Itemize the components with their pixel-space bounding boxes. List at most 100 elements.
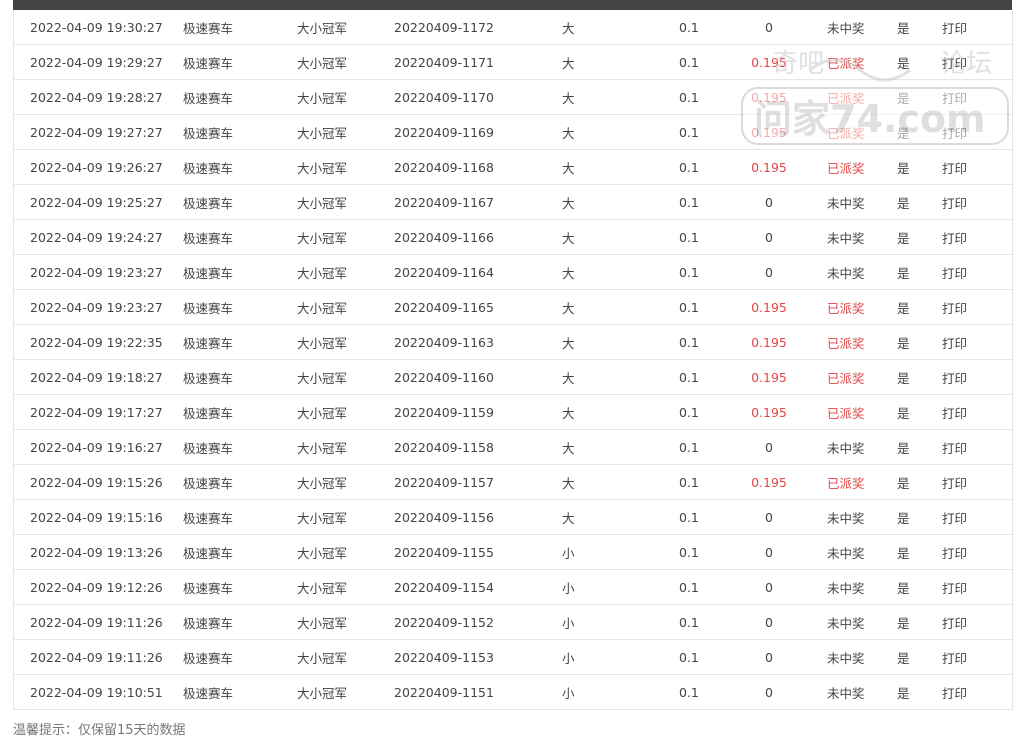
print-link[interactable]: 打印: [942, 569, 1012, 605]
cell-status-text: 已派奖: [827, 370, 865, 386]
print-link-text[interactable]: 打印: [942, 301, 967, 316]
cell-amount: 0.1: [639, 499, 737, 535]
print-link[interactable]: 打印: [942, 534, 1012, 570]
cell-time-text: 2022-04-09 19:30:27: [30, 19, 163, 35]
cell-pick-text: 大: [562, 195, 575, 211]
cell-win-amount-text: 0.195: [751, 369, 787, 385]
cell-time: 2022-04-09 19:12:26: [14, 569, 179, 605]
cell-pick: 小: [534, 639, 639, 675]
cell-pick-text: 大: [562, 510, 575, 526]
print-link-text[interactable]: 打印: [942, 56, 967, 71]
cell-issue-number: 20220409-1157: [384, 464, 534, 500]
cell-flag-text: 是: [897, 685, 910, 701]
cell-amount-text: 0.1: [679, 509, 699, 525]
print-link[interactable]: 打印: [942, 394, 1012, 430]
cell-win-amount: 0: [737, 534, 827, 570]
print-link[interactable]: 打印: [942, 429, 1012, 465]
print-link-text[interactable]: 打印: [942, 196, 967, 211]
print-link[interactable]: 打印: [942, 359, 1012, 395]
cell-play-type: 大小冠军: [289, 149, 384, 185]
print-link-text[interactable]: 打印: [942, 651, 967, 666]
table-row: 2022-04-09 19:30:27 极速赛车 大小冠军 20220409-1172…: [14, 10, 1012, 45]
cell-time-text: 2022-04-09 19:26:27: [30, 159, 163, 175]
cell-status: 已派奖: [827, 464, 897, 500]
cell-status: 未中奖: [827, 674, 897, 710]
table-header-bar: [13, 0, 1012, 10]
cell-game: 极速赛车: [179, 324, 289, 360]
print-link-text[interactable]: 打印: [942, 231, 967, 246]
cell-issue-number: 20220409-1167: [384, 184, 534, 220]
print-link-text[interactable]: 打印: [942, 546, 967, 561]
cell-play-type-text: 大小冠军: [297, 335, 348, 351]
cell-win-amount-text: 0: [765, 194, 773, 210]
print-link[interactable]: 打印: [942, 114, 1012, 150]
cell-time-text: 2022-04-09 19:10:51: [30, 684, 163, 700]
print-link-text[interactable]: 打印: [942, 441, 967, 456]
cell-flag: 是: [897, 569, 942, 605]
print-link-text[interactable]: 打印: [942, 371, 967, 386]
print-link[interactable]: 打印: [942, 289, 1012, 325]
cell-pick-text: 大: [562, 335, 575, 351]
table-row: 2022-04-09 19:15:26 极速赛车 大小冠军 20220409-1157…: [14, 464, 1012, 500]
print-link[interactable]: 打印: [942, 464, 1012, 500]
cell-issue-number: 20220409-1151: [384, 674, 534, 710]
cell-issue-number-text: 20220409-1158: [394, 439, 494, 455]
cell-flag: 是: [897, 464, 942, 500]
cell-win-amount: 0: [737, 569, 827, 605]
cell-game: 极速赛车: [179, 289, 289, 325]
cell-status: 已派奖: [827, 394, 897, 430]
table-row: 2022-04-09 19:18:27 极速赛车 大小冠军 20220409-1160…: [14, 359, 1012, 395]
cell-pick-text: 大: [562, 90, 575, 106]
cell-amount: 0.1: [639, 289, 737, 325]
cell-pick: 大: [534, 499, 639, 535]
cell-game: 极速赛车: [179, 10, 289, 45]
print-link[interactable]: 打印: [942, 499, 1012, 535]
print-link-text[interactable]: 打印: [942, 336, 967, 351]
cell-amount: 0.1: [639, 639, 737, 675]
cell-flag-text: 是: [897, 405, 910, 421]
cell-status-text: 已派奖: [827, 475, 865, 491]
print-link[interactable]: 打印: [942, 324, 1012, 360]
cell-amount-text: 0.1: [679, 649, 699, 665]
print-link-text[interactable]: 打印: [942, 476, 967, 491]
print-link[interactable]: 打印: [942, 79, 1012, 115]
print-link-text[interactable]: 打印: [942, 21, 967, 36]
print-link[interactable]: 打印: [942, 10, 1012, 45]
cell-time: 2022-04-09 19:11:26: [14, 604, 179, 640]
print-link-text[interactable]: 打印: [942, 406, 967, 421]
print-link[interactable]: 打印: [942, 674, 1012, 710]
cell-win-amount-text: 0: [765, 439, 773, 455]
cell-amount: 0.1: [639, 44, 737, 80]
print-link-text[interactable]: 打印: [942, 126, 967, 141]
print-link-text[interactable]: 打印: [942, 161, 967, 176]
print-link[interactable]: 打印: [942, 219, 1012, 255]
cell-flag: 是: [897, 359, 942, 395]
print-link[interactable]: 打印: [942, 149, 1012, 185]
cell-status: 未中奖: [827, 569, 897, 605]
print-link[interactable]: 打印: [942, 254, 1012, 290]
cell-flag: 是: [897, 289, 942, 325]
cell-play-type-text: 大小冠军: [297, 650, 348, 666]
print-link-text[interactable]: 打印: [942, 266, 967, 281]
cell-time-text: 2022-04-09 19:24:27: [30, 229, 163, 245]
print-link[interactable]: 打印: [942, 604, 1012, 640]
table-row: 2022-04-09 19:16:27 极速赛车 大小冠军 20220409-1158…: [14, 429, 1012, 465]
print-link-text[interactable]: 打印: [942, 581, 967, 596]
print-link-text[interactable]: 打印: [942, 616, 967, 631]
print-link-text[interactable]: 打印: [942, 686, 967, 701]
cell-issue-number: 20220409-1163: [384, 324, 534, 360]
cell-status-text: 未中奖: [827, 580, 865, 596]
cell-pick-text: 小: [562, 650, 575, 666]
print-link[interactable]: 打印: [942, 639, 1012, 675]
print-link-text[interactable]: 打印: [942, 91, 967, 106]
cell-game: 极速赛车: [179, 149, 289, 185]
cell-time: 2022-04-09 19:16:27: [14, 429, 179, 465]
cell-play-type-text: 大小冠军: [297, 615, 348, 631]
cell-pick-text: 大: [562, 160, 575, 176]
table-row: 2022-04-09 19:29:27 极速赛车 大小冠军 20220409-1171…: [14, 44, 1012, 80]
cell-game: 极速赛车: [179, 394, 289, 430]
print-link[interactable]: 打印: [942, 44, 1012, 80]
print-link-text[interactable]: 打印: [942, 511, 967, 526]
cell-game-text: 极速赛车: [183, 125, 234, 141]
print-link[interactable]: 打印: [942, 184, 1012, 220]
